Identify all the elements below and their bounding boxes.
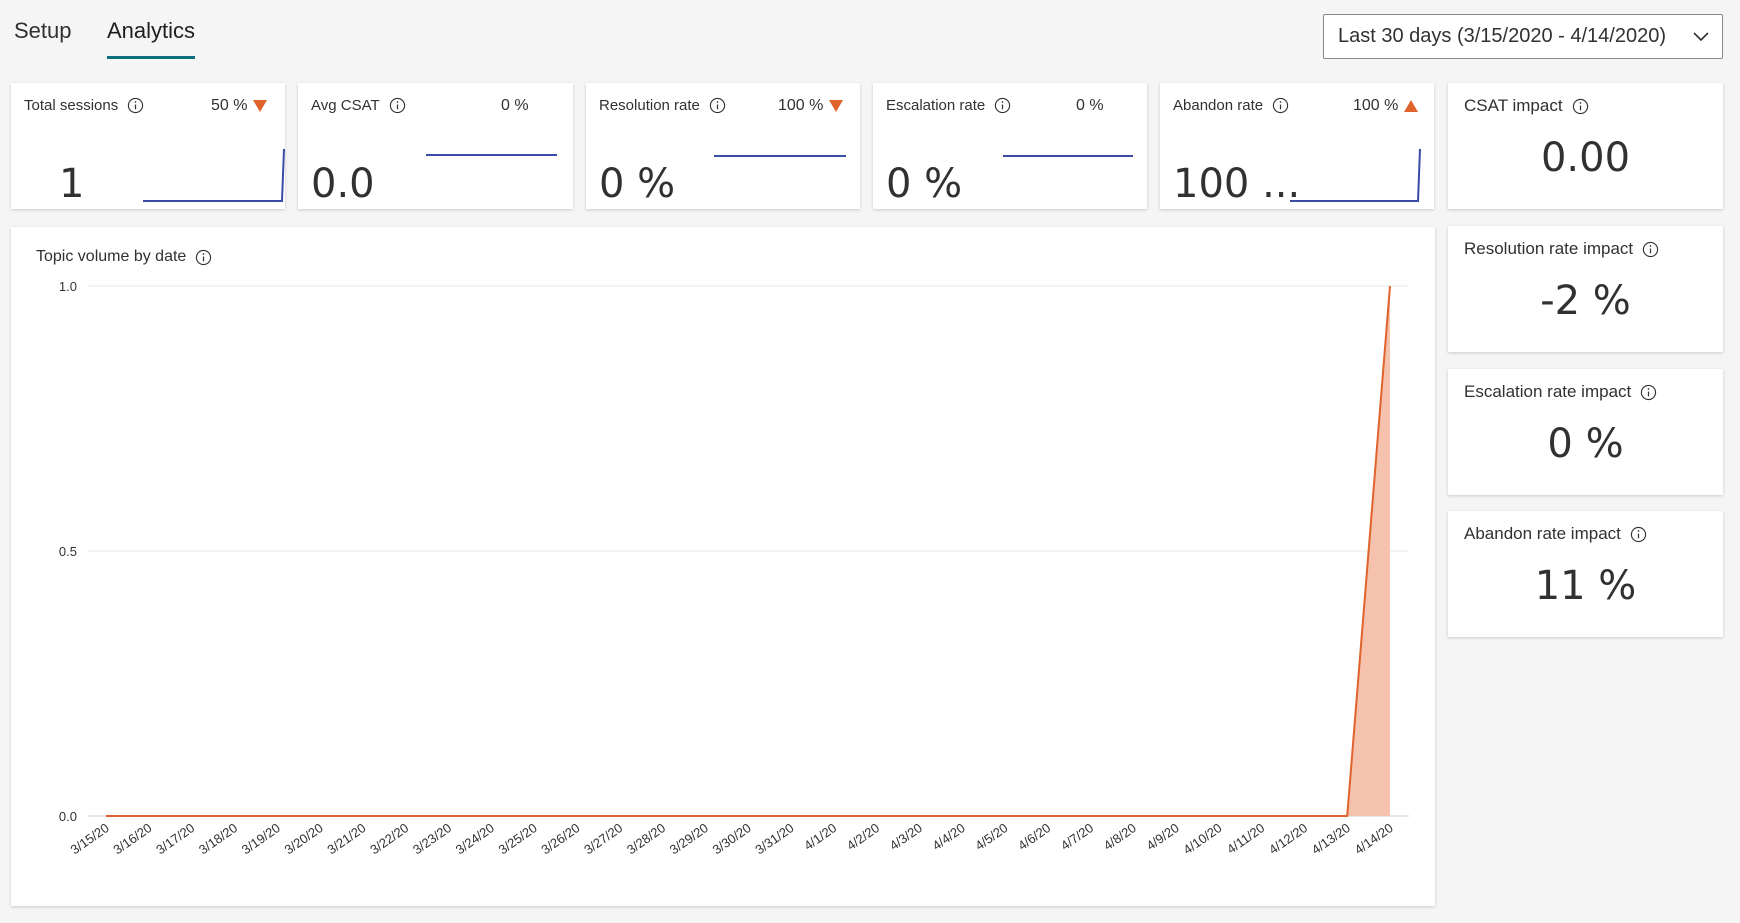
- x-tick-label: 4/14/20: [1352, 820, 1396, 857]
- x-tick-label: 3/25/20: [496, 820, 540, 857]
- x-tick-label: 4/10/20: [1180, 820, 1224, 857]
- kpi-card-total-sessions: Total sessions 50 % 1: [11, 83, 285, 209]
- trend-down-icon: [829, 100, 844, 112]
- x-tick-label: 3/18/20: [196, 820, 240, 857]
- topic-volume-chart-card: Topic volume by date 0.0 0.5 1.0 3/15/20 3/1…: [11, 227, 1435, 906]
- impact-value: -2 %: [1540, 278, 1631, 324]
- kpi-delta: 100 %: [1353, 97, 1399, 114]
- x-tick-label: 3/24/20: [453, 820, 497, 857]
- x-tick-label: 4/11/20: [1224, 820, 1267, 857]
- kpi-card-escalation-rate: Escalation rate 0 % 0 %: [873, 83, 1147, 209]
- impact-title: Abandon rate impact: [1464, 524, 1621, 543]
- x-tick-label: 4/5/20: [972, 820, 1010, 853]
- x-tick-label: 4/7/20: [1058, 820, 1096, 853]
- x-tick-label: 3/15/20: [68, 820, 112, 857]
- impact-card-abandon-rate: Abandon rate impact 11 %: [1448, 511, 1723, 637]
- x-tick-label: 3/29/20: [667, 820, 711, 857]
- kpi-title: Avg CSAT: [311, 97, 380, 114]
- kpi-title: Abandon rate: [1173, 97, 1264, 114]
- date-range-dropdown[interactable]: Last 30 days (3/15/2020 - 4/14/2020): [1323, 14, 1723, 59]
- y-tick-label: 0.5: [59, 544, 77, 559]
- x-tick-label: 3/31/20: [752, 820, 796, 857]
- kpi-delta: 0 %: [1076, 97, 1104, 114]
- kpi-card-abandon-rate: Abandon rate 100 % 100 ...: [1160, 83, 1434, 209]
- x-tick-label: 3/22/20: [367, 820, 411, 857]
- x-tick-label: 4/1/20: [801, 820, 839, 853]
- sparkline: [1290, 148, 1421, 202]
- sparkline: [426, 154, 557, 156]
- info-icon[interactable]: [1642, 241, 1659, 258]
- tab-analytics[interactable]: Analytics: [107, 18, 196, 59]
- x-tick-label: 4/2/20: [844, 820, 882, 853]
- info-icon[interactable]: [709, 97, 726, 114]
- info-icon[interactable]: [1272, 97, 1289, 114]
- x-tick-label: 4/9/20: [1143, 820, 1181, 853]
- info-icon[interactable]: [1572, 98, 1589, 115]
- x-tick-label: 4/13/20: [1309, 820, 1353, 857]
- x-tick-label: 3/16/20: [110, 820, 154, 857]
- kpi-value: 100 ...: [1173, 161, 1301, 207]
- info-icon[interactable]: [1630, 526, 1647, 543]
- x-tick-label: 3/21/20: [324, 820, 368, 857]
- impact-card-resolution-rate: Resolution rate impact -2 %: [1448, 226, 1723, 352]
- x-tick-label: 3/30/20: [710, 820, 754, 857]
- impact-value: 0.00: [1540, 135, 1631, 181]
- kpi-title: Escalation rate: [886, 97, 986, 114]
- topic-volume-chart: 0.0 0.5 1.0 3/15/203/16/203/17/203/18/203/1…: [59, 279, 1409, 857]
- y-tick-label: 0.0: [59, 809, 77, 824]
- x-tick-label: 3/19/20: [239, 820, 283, 857]
- x-tick-label: 3/27/20: [581, 820, 625, 857]
- x-tick-label: 3/28/20: [624, 820, 668, 857]
- kpi-delta: 0 %: [501, 97, 529, 114]
- date-range-label: Last 30 days (3/15/2020 - 4/14/2020): [1338, 25, 1667, 47]
- y-tick-label: 1.0: [59, 279, 77, 294]
- kpi-value: 1: [59, 161, 85, 207]
- kpi-title: Total sessions: [24, 97, 119, 114]
- info-icon[interactable]: [389, 97, 406, 114]
- sparkline: [143, 148, 285, 202]
- x-tick-label: 4/4/20: [929, 820, 967, 853]
- impact-value: 11 %: [1534, 563, 1637, 609]
- x-tick-label: 3/20/20: [282, 820, 326, 857]
- sparkline: [714, 155, 846, 157]
- kpi-card-avg-csat: Avg CSAT 0 % 0.0: [298, 83, 573, 209]
- chevron-down-icon: [1693, 32, 1709, 42]
- info-icon[interactable]: [994, 97, 1011, 114]
- x-tick-label: 4/3/20: [887, 820, 925, 853]
- impact-title: Escalation rate impact: [1464, 382, 1632, 401]
- info-icon[interactable]: [127, 97, 144, 114]
- impact-card-csat: CSAT impact 0.00: [1448, 83, 1723, 209]
- impact-title: CSAT impact: [1464, 96, 1563, 115]
- x-tick-label: 3/23/20: [410, 820, 454, 857]
- kpi-value: 0 %: [886, 161, 963, 207]
- info-icon[interactable]: [1640, 384, 1657, 401]
- trend-down-icon: [253, 100, 268, 112]
- impact-card-escalation-rate: Escalation rate impact 0 %: [1448, 369, 1723, 495]
- kpi-value: 0 %: [599, 161, 676, 207]
- kpi-value: 0.0: [311, 161, 375, 207]
- trend-up-icon: [1404, 100, 1419, 112]
- impact-value: 0 %: [1547, 421, 1624, 467]
- kpi-card-resolution-rate: Resolution rate 100 % 0 %: [586, 83, 860, 209]
- kpi-delta: 50 %: [211, 97, 248, 114]
- tab-setup[interactable]: Setup: [14, 18, 72, 56]
- kpi-title: Resolution rate: [599, 97, 700, 114]
- x-tick-label: 4/8/20: [1101, 820, 1139, 853]
- impact-title: Resolution rate impact: [1464, 239, 1634, 258]
- kpi-delta: 100 %: [778, 97, 824, 114]
- x-tick-label: 4/12/20: [1266, 820, 1310, 857]
- x-tick-label: 4/6/20: [1015, 820, 1053, 853]
- x-tick-label: 3/17/20: [153, 820, 197, 857]
- sparkline: [1003, 155, 1133, 157]
- x-tick-label: 3/26/20: [538, 820, 582, 857]
